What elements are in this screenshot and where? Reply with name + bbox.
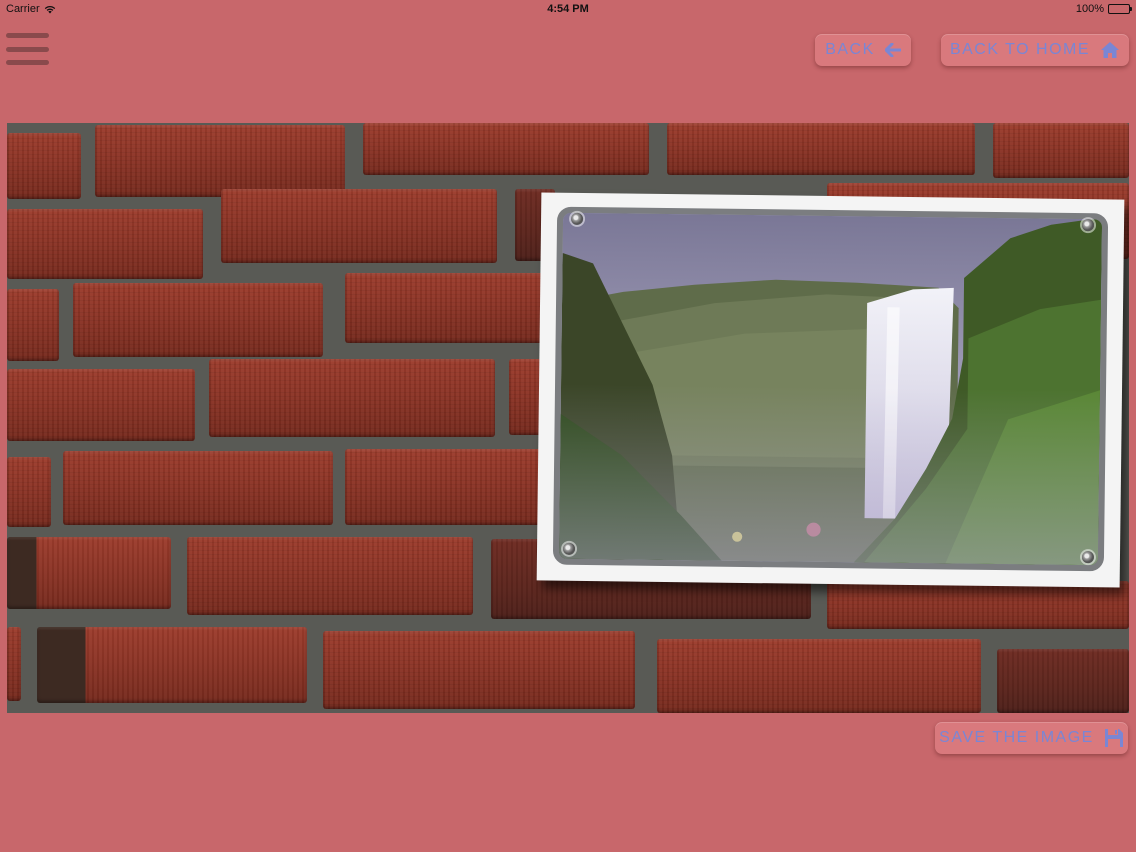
rivet-icon	[570, 212, 584, 225]
rivet-icon	[1081, 551, 1095, 564]
arrow-left-icon	[884, 43, 901, 57]
clock: 4:54 PM	[547, 3, 589, 15]
back-button-label: BACK	[825, 41, 875, 58]
rivet-icon	[562, 542, 576, 555]
battery-indicator: 100%	[1075, 3, 1132, 15]
back-button[interactable]: BACK	[815, 34, 911, 66]
status-bar: Carrier 4:54 PM 100%	[0, 0, 1136, 18]
waterfall-photo	[552, 206, 1109, 572]
hamburger-menu-icon[interactable]	[6, 33, 49, 65]
battery-percent: 100%	[1075, 3, 1104, 15]
rivet-icon	[1081, 219, 1095, 232]
save-image-button[interactable]: SAVE THE IMAGE	[935, 722, 1128, 754]
house-icon	[1101, 42, 1120, 58]
save-image-label: SAVE THE IMAGE	[939, 729, 1094, 746]
back-to-home-label: BACK TO HOME	[949, 41, 1091, 58]
floppy-disk-icon	[1104, 729, 1123, 747]
battery-icon	[1108, 4, 1132, 14]
image-canvas	[7, 123, 1129, 713]
back-to-home-button[interactable]: BACK TO HOME	[941, 34, 1129, 66]
framed-photo	[536, 192, 1125, 588]
